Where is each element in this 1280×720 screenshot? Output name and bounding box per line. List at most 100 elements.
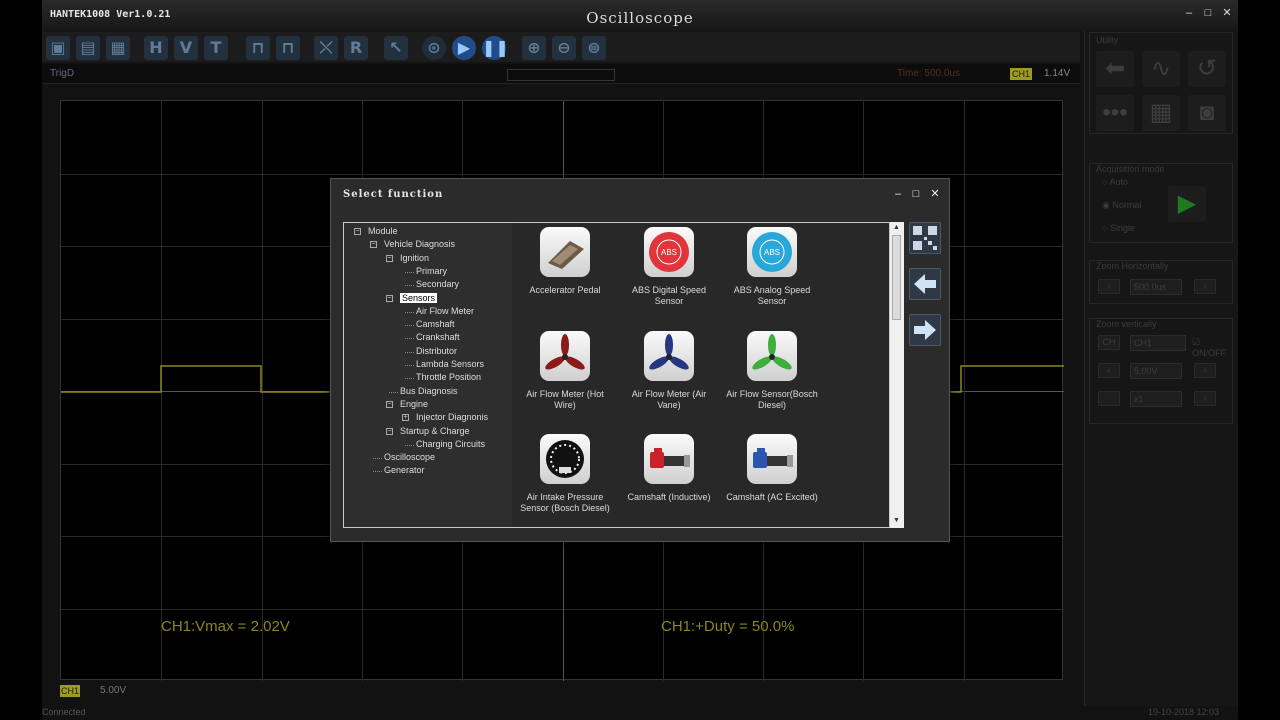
back-icon[interactable]: ⬅	[1096, 51, 1134, 87]
close-button[interactable]: ✕	[1219, 6, 1235, 21]
v-cursor-icon[interactable]: V	[174, 36, 198, 60]
zoom-h-select[interactable]: 500.0us	[1130, 279, 1182, 295]
svg-text:ABS: ABS	[764, 248, 780, 257]
camshaft-blue-icon-graphic	[753, 448, 793, 468]
cursor-icon[interactable]: ↖	[384, 36, 408, 60]
xy-icon[interactable]: ⤬	[314, 36, 338, 60]
tree-item[interactable]: Camshaft	[416, 319, 455, 329]
measure-icon[interactable]: ⊓	[246, 36, 270, 60]
tree-toggle-icon[interactable]: −	[386, 294, 393, 302]
function-item[interactable]: Camshaft (AC Excited)	[722, 434, 822, 503]
tree-item[interactable]: Secondary	[416, 279, 459, 289]
function-item[interactable]: Camshaft (Inductive)	[619, 434, 719, 503]
minimize-button[interactable]: –	[1181, 6, 1197, 21]
volt-right-button[interactable]: ›	[1194, 363, 1216, 378]
tree-item[interactable]: Module	[368, 226, 398, 236]
zoom-h-left-button[interactable]: ‹	[1098, 279, 1120, 294]
maximize-button[interactable]: □	[1200, 6, 1216, 21]
function-item-label: Air Flow Meter (Hot Wire)	[526, 389, 604, 410]
tree-item[interactable]: Distributor	[416, 346, 457, 356]
tree-toggle-icon[interactable]: −	[386, 254, 393, 262]
undo-icon[interactable]: ↺	[1188, 51, 1226, 87]
pause-icon[interactable]: ❚❚	[482, 36, 509, 60]
h-cursor-icon[interactable]: H	[144, 36, 168, 60]
back-arrow-icon-graphic	[914, 274, 936, 294]
zoom-fit-icon[interactable]: ⊜	[582, 36, 606, 60]
tree-item[interactable]: Throttle Position	[416, 372, 481, 382]
function-item[interactable]: Accelerator Pedal	[515, 227, 615, 296]
scrollbar-thumb[interactable]	[892, 235, 901, 320]
zoom-in-icon[interactable]: ⊕	[522, 36, 546, 60]
waveform-overview[interactable]	[507, 69, 615, 81]
onoff-checkbox[interactable]: ☑ ON/OFF	[1192, 337, 1232, 358]
tree-item[interactable]: Bus Diagnosis	[400, 386, 458, 396]
dialog-minimize-button[interactable]: –	[891, 187, 905, 201]
probe-right-button[interactable]: ›	[1194, 391, 1216, 406]
channel-indicator: CH1 5.00V	[60, 685, 140, 699]
tree-item[interactable]: Crankshaft	[416, 332, 460, 342]
wave-icon[interactable]: ∿	[1142, 51, 1180, 87]
function-item[interactable]: Air Flow Sensor(Bosch Diesel)	[722, 331, 822, 411]
tree-item[interactable]: Injector Diagnonis	[416, 412, 488, 422]
scroll-down-icon[interactable]: ▼	[893, 517, 900, 524]
tree-item[interactable]: Primary	[416, 266, 447, 276]
channel-select[interactable]: CH1	[1130, 335, 1186, 351]
tree-item[interactable]: Sensors	[400, 292, 438, 303]
back-arrow-button[interactable]	[909, 268, 941, 300]
more-icon[interactable]: •••	[1096, 95, 1134, 131]
function-item[interactable]: Air Flow Meter (Air Vane)	[619, 331, 719, 411]
dialog-close-button[interactable]: ✕	[928, 187, 942, 201]
run-icon[interactable]: ▶	[1168, 186, 1206, 222]
function-item[interactable]: Air Intake Pressure Sensor (Bosch Diesel…	[515, 434, 615, 514]
tree-item[interactable]: Vehicle Diagnosis	[384, 239, 455, 249]
tree-item[interactable]: Ignition	[400, 253, 429, 263]
print-icon[interactable]: ▦	[106, 36, 130, 60]
math-icon[interactable]: ⊓	[276, 36, 300, 60]
save-icon[interactable]: ▤	[76, 36, 100, 60]
utility-section: Utility ⬅ ∿ ↺ ••• ▦ ◙	[1089, 32, 1233, 134]
abs-digital-icon-graphic: ABS	[649, 232, 689, 272]
function-item[interactable]: ABS ABS Analog Speed Sensor	[722, 227, 822, 307]
tree-toggle-icon[interactable]: −	[386, 400, 393, 408]
acq-single-radio[interactable]: ○ Single	[1102, 223, 1135, 233]
camera-icon[interactable]: ◙	[1188, 95, 1226, 131]
forward-arrow-button[interactable]	[909, 314, 941, 346]
volt-left-button[interactable]: ‹	[1098, 363, 1120, 378]
auto-icon[interactable]: ⊙	[422, 36, 446, 60]
zoom-out-icon[interactable]: ⊖	[552, 36, 576, 60]
qr-code-icon[interactable]: ▦	[1142, 95, 1180, 131]
reference-icon[interactable]: R	[344, 36, 368, 60]
tree-item[interactable]: Air Flow Meter	[416, 306, 474, 316]
tree-toggle-icon[interactable]: −	[370, 241, 377, 249]
tree-item[interactable]: Generator	[384, 465, 425, 475]
tree-item[interactable]: Engine	[400, 399, 428, 409]
title-bar: HANTEK1008 Ver1.0.21 Oscilloscope – □ ✕	[42, 0, 1238, 32]
tree-toggle-icon[interactable]: +	[402, 414, 409, 422]
open-icon[interactable]: ▣	[46, 36, 70, 60]
tree-toggle-icon[interactable]: −	[354, 228, 361, 235]
function-item-label: Accelerator Pedal	[529, 285, 601, 295]
qr-code-button[interactable]	[909, 222, 941, 254]
probe-button[interactable]	[1098, 391, 1120, 406]
function-item[interactable]: Air Flow Meter (Hot Wire)	[515, 331, 615, 411]
grid-scrollbar[interactable]: ▲ ▼	[889, 222, 904, 528]
acq-auto-radio[interactable]: ○ Auto	[1102, 177, 1128, 187]
zoom-h-right-button[interactable]: ›	[1194, 279, 1216, 294]
t-cursor-icon[interactable]: T	[204, 36, 228, 60]
zoom-h-title: Zoom Horizontally	[1096, 261, 1169, 271]
probe-select[interactable]: x1	[1130, 391, 1182, 407]
acq-normal-radio[interactable]: ◉ Normal	[1102, 200, 1141, 211]
tree-item[interactable]: Lambda Sensors	[416, 359, 484, 369]
abs-digital-icon: ABS	[644, 227, 694, 277]
scroll-up-icon[interactable]: ▲	[893, 224, 900, 231]
dialog-maximize-button[interactable]: □	[909, 187, 923, 201]
ch-button[interactable]: CH	[1098, 335, 1120, 350]
tree-toggle-icon[interactable]: −	[386, 427, 393, 435]
tree-item[interactable]: Charging Circuits	[416, 439, 485, 449]
volt-select[interactable]: 5.00V	[1130, 363, 1182, 379]
tree-item[interactable]: Oscilloscope	[384, 452, 435, 462]
run-icon[interactable]: ▶	[452, 36, 476, 60]
function-item[interactable]: ABS ABS Digital Speed Sensor	[619, 227, 719, 307]
function-item-label: ABS Analog Speed Sensor	[733, 285, 811, 306]
tree-item[interactable]: Startup & Charge	[400, 426, 470, 436]
